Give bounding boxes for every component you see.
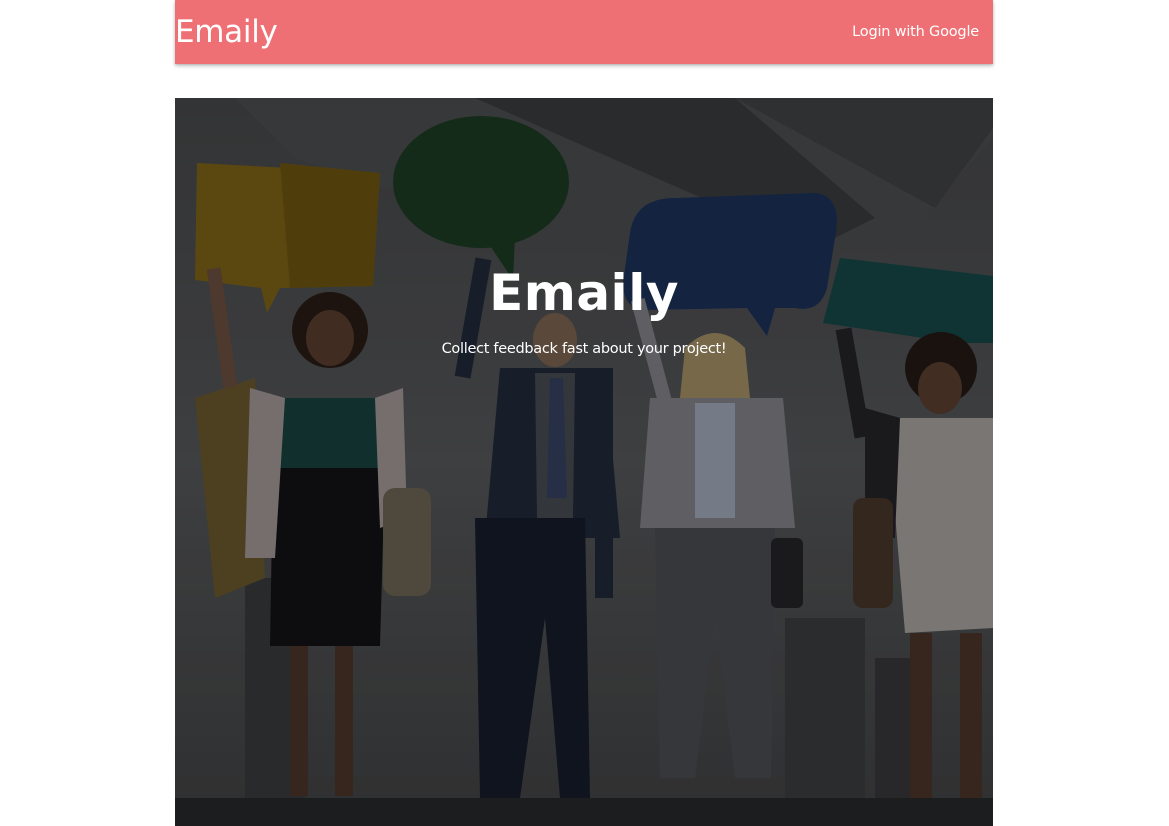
- hero-title: Emaily: [489, 264, 679, 322]
- brand-logo-link[interactable]: Emaily: [175, 0, 278, 64]
- hero-dark-overlay: [175, 98, 993, 826]
- hero-banner: Emaily Collect feedback fast about your …: [175, 98, 993, 826]
- login-with-google-link[interactable]: Login with Google: [838, 0, 993, 64]
- top-navbar: Emaily Login with Google: [175, 0, 993, 64]
- hero-subtitle: Collect feedback fast about your project…: [441, 341, 727, 357]
